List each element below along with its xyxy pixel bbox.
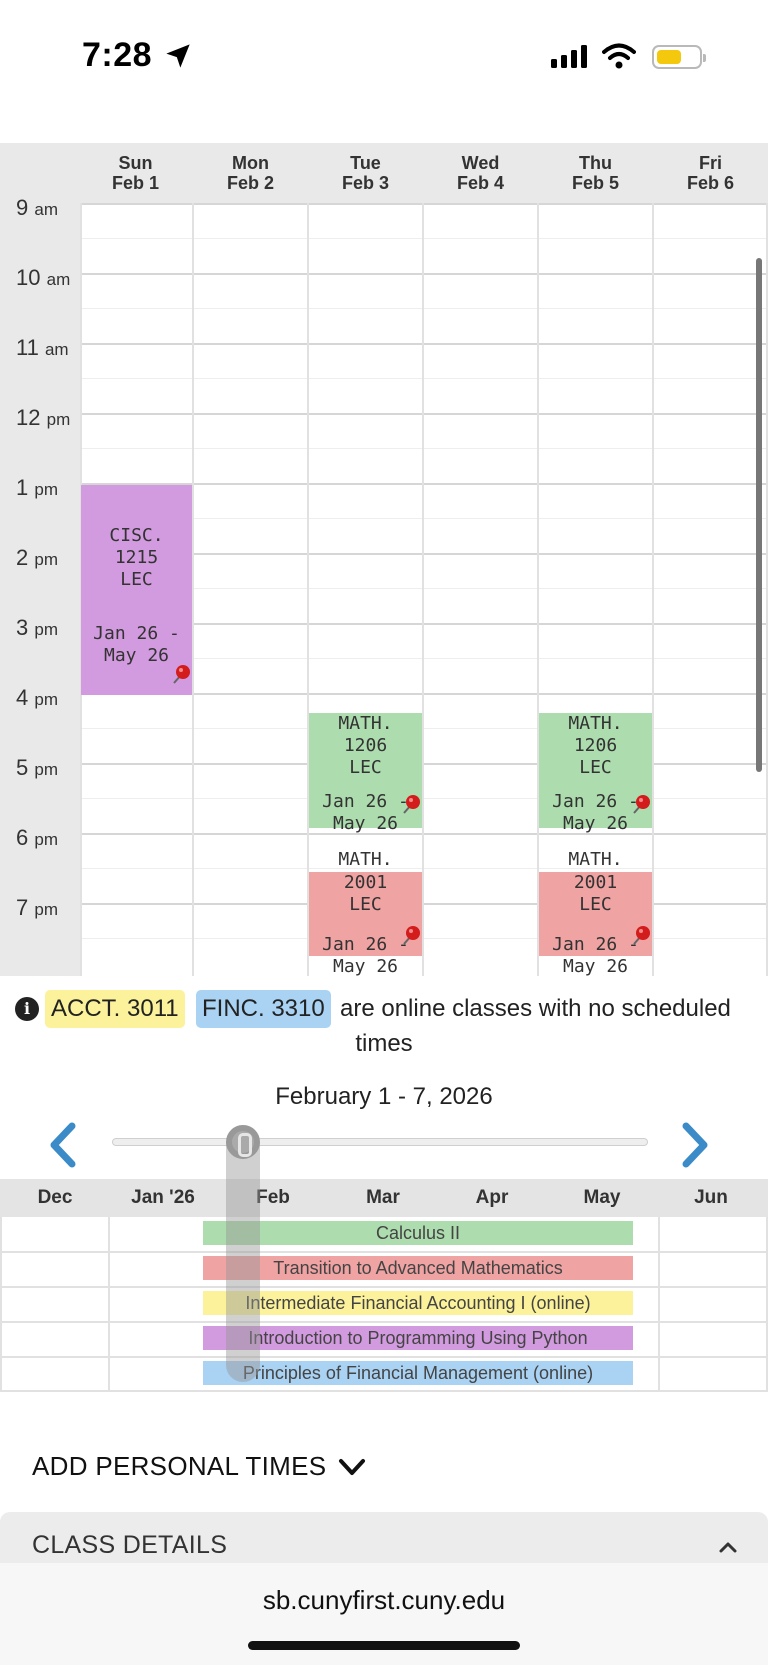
event-math-2001-thu-label: MATH. bbox=[568, 849, 623, 870]
add-personal-times-toggle[interactable]: ADD PERSONAL TIMES bbox=[32, 1451, 326, 1482]
status-bar: 7:28 bbox=[0, 0, 768, 115]
time-label: 10 am bbox=[16, 265, 71, 290]
online-notice-text: are online classes with no scheduled bbox=[340, 995, 731, 1022]
timeline-month-header: Dec Jan '26 Feb Mar Apr May Jun bbox=[0, 1179, 768, 1217]
cellular-signal-icon bbox=[551, 44, 587, 68]
event-cisc-1215[interactable]: CISC. 1215 LEC Jan 26 - May 26 bbox=[81, 485, 192, 695]
weekly-calendar[interactable]: Sun Feb 1 Mon Feb 2 Tue Feb 3 Wed Feb 4 Thu F… bbox=[0, 143, 768, 976]
online-course-badge-acct[interactable]: ACCT. 3011 bbox=[45, 990, 185, 1028]
day-header-mon: Mon Feb 2 bbox=[226, 153, 274, 193]
week-slider-thumb[interactable] bbox=[226, 1125, 260, 1159]
day-header-wed: Wed Feb 4 bbox=[456, 153, 504, 193]
url-text[interactable]: sb.cunyfirst.cuny.edu bbox=[0, 1585, 768, 1616]
pin-icon[interactable] bbox=[398, 924, 422, 948]
month-label: Dec bbox=[37, 1187, 73, 1208]
month-label: Jun bbox=[694, 1187, 728, 1208]
time-label: 6 pm bbox=[16, 825, 58, 850]
time-label: 1 pm bbox=[16, 475, 58, 500]
time-label: 12 pm bbox=[16, 405, 71, 430]
pin-icon[interactable] bbox=[398, 793, 422, 817]
month-label: Apr bbox=[475, 1187, 509, 1208]
time-label: 11 am bbox=[16, 335, 69, 360]
time-label: 7 pm bbox=[16, 895, 58, 920]
calendar-scrollbar[interactable] bbox=[756, 258, 762, 772]
location-arrow-icon bbox=[166, 44, 190, 68]
day-header-sun: Sun Feb 1 bbox=[111, 153, 159, 193]
course-bar-python[interactable]: Introduction to Programming Using Python bbox=[203, 1326, 633, 1350]
battery-icon bbox=[652, 45, 706, 69]
slider-week-highlight bbox=[226, 1130, 260, 1382]
month-label: Mar bbox=[366, 1187, 400, 1208]
event-math-1206-tue[interactable]: MATH. 1206 LEC Jan 26 - May 26 bbox=[309, 713, 422, 834]
week-slider-track[interactable] bbox=[112, 1138, 648, 1146]
event-course-code: MATH. 1206 LEC bbox=[338, 713, 393, 778]
online-notice-text-cont: times bbox=[355, 1030, 413, 1057]
event-course-code: MATH. 1206 LEC bbox=[568, 713, 623, 778]
event-dates: Jan 26 - May 26 bbox=[93, 623, 180, 666]
previous-week-icon[interactable] bbox=[44, 1120, 84, 1170]
date-range-label: February 1 - 7, 2026 bbox=[275, 1083, 493, 1110]
class-details-label[interactable]: CLASS DETAILS bbox=[32, 1531, 227, 1560]
event-math-1206-thu[interactable]: MATH. 1206 LEC Jan 26 - May 26 bbox=[539, 713, 652, 834]
day-header-fri: Fri Feb 6 bbox=[686, 153, 734, 193]
time-label: 2 pm bbox=[16, 545, 58, 570]
next-week-icon[interactable] bbox=[674, 1120, 714, 1170]
status-time: 7:28 bbox=[82, 36, 153, 74]
event-course-code: 2001 LEC bbox=[573, 872, 618, 915]
pin-icon[interactable] bbox=[628, 793, 652, 817]
event-math-2001-tue-label: MATH. bbox=[338, 849, 393, 870]
chevron-down-icon[interactable] bbox=[337, 1455, 367, 1479]
online-course-badge-finc[interactable]: FINC. 3310 bbox=[196, 990, 331, 1028]
course-bar-finance[interactable]: Principles of Financial Management (onli… bbox=[203, 1361, 633, 1385]
day-header-tue: Tue Feb 3 bbox=[341, 153, 389, 193]
month-label: May bbox=[583, 1187, 621, 1208]
home-indicator[interactable] bbox=[248, 1641, 520, 1650]
time-label: 9 am bbox=[16, 195, 58, 220]
info-icon: i bbox=[15, 997, 39, 1021]
event-course-code: 2001 LEC bbox=[343, 872, 388, 915]
event-math-2001-tue[interactable]: 2001 LEC Jan 26 - May 26 bbox=[309, 872, 422, 976]
pin-icon[interactable] bbox=[628, 924, 652, 948]
wifi-icon bbox=[602, 43, 636, 69]
event-course-code: CISC. 1215 LEC bbox=[109, 525, 164, 590]
chevron-up-icon[interactable] bbox=[718, 1540, 738, 1554]
event-math-2001-thu[interactable]: 2001 LEC Jan 26 - May 26 bbox=[539, 872, 652, 976]
course-bar-accounting[interactable]: Intermediate Financial Accounting I (onl… bbox=[203, 1291, 633, 1315]
day-header-thu: Thu Feb 5 bbox=[571, 153, 619, 193]
time-label: 4 pm bbox=[16, 685, 58, 710]
course-timeline: Calculus II Transition to Advanced Mathe… bbox=[0, 1217, 768, 1392]
time-label: 3 pm bbox=[16, 615, 58, 640]
pin-icon[interactable] bbox=[168, 663, 192, 687]
course-bar-calculus[interactable]: Calculus II bbox=[203, 1221, 633, 1245]
month-label: Jan '26 bbox=[131, 1187, 195, 1208]
course-bar-transition[interactable]: Transition to Advanced Mathematics bbox=[203, 1256, 633, 1280]
time-label: 5 pm bbox=[16, 755, 58, 780]
